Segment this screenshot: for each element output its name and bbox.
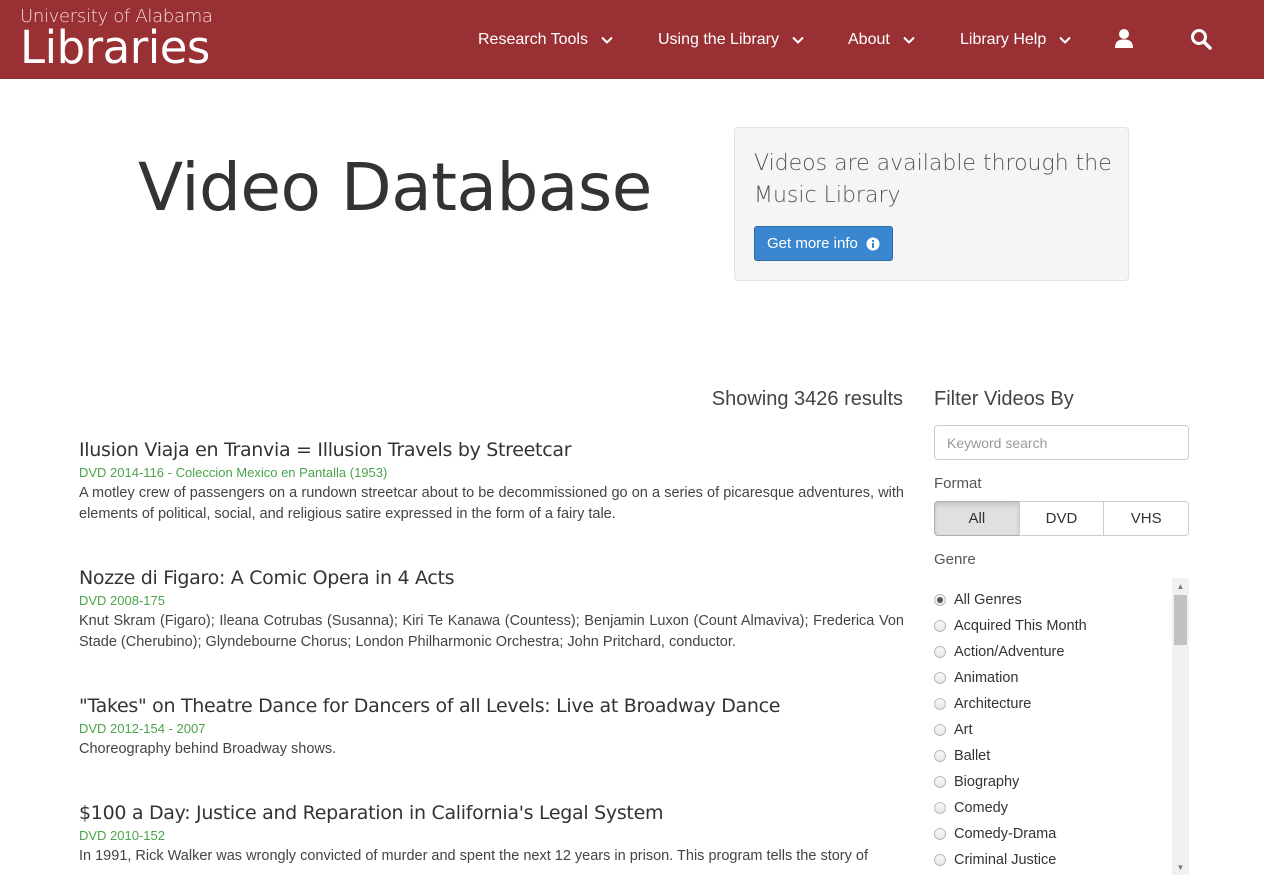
genre-label-text: Criminal Justice <box>954 852 1057 868</box>
nav-label: Research Tools <box>478 30 588 48</box>
result-call-number: DVD 2008-175 <box>79 593 165 608</box>
user-icon[interactable] <box>1112 27 1136 51</box>
result-item: Ilusion Viaja en Tranvia = Illusion Trav… <box>79 437 904 525</box>
chevron-down-icon <box>1059 36 1071 44</box>
result-description: Knut Skram (Figaro); Ileana Cotrubas (Su… <box>79 613 904 650</box>
genre-label-text: Art <box>954 722 973 738</box>
result-description: Choreography behind Broadway shows. <box>79 741 337 757</box>
radio-button[interactable] <box>934 802 946 814</box>
format-label: Format <box>934 475 982 492</box>
logo-libraries-text: Libraries <box>20 21 210 74</box>
genre-option[interactable]: Comedy-Drama <box>934 821 1189 847</box>
radio-button[interactable] <box>934 672 946 684</box>
button-label: Get more info <box>767 235 858 252</box>
genre-option[interactable]: Art <box>934 717 1189 743</box>
genre-label-text: Biography <box>954 774 1020 790</box>
chevron-down-icon <box>792 36 804 44</box>
scroll-down-arrow-icon[interactable]: ▼ <box>1172 859 1189 875</box>
radio-button-checked[interactable] <box>934 594 946 606</box>
chevron-down-icon <box>903 36 915 44</box>
chevron-down-icon <box>601 36 613 44</box>
genre-label-text: Acquired This Month <box>954 618 1087 634</box>
info-circle-icon <box>866 237 880 250</box>
genre-label-text: Action/Adventure <box>954 644 1065 660</box>
genre-label-text: Architecture <box>954 696 1032 712</box>
radio-button[interactable] <box>934 776 946 788</box>
nav-library-help[interactable]: Library Help <box>960 0 1072 79</box>
radio-button[interactable] <box>934 750 946 762</box>
get-more-info-button[interactable]: Get more info <box>754 226 893 261</box>
scrollbar-thumb[interactable] <box>1174 595 1187 645</box>
genre-option[interactable]: Animation <box>934 665 1189 691</box>
scroll-up-arrow-icon[interactable]: ▲ <box>1172 578 1189 594</box>
result-description: A motley crew of passengers on a rundown… <box>79 485 904 522</box>
nav-label: Using the Library <box>658 30 779 48</box>
search-icon[interactable] <box>1189 27 1213 51</box>
result-call-number: DVD 2010-152 <box>79 828 165 843</box>
radio-button[interactable] <box>934 620 946 632</box>
site-logo[interactable]: University of Alabama Libraries <box>20 6 213 70</box>
genre-label-text: Animation <box>954 670 1019 686</box>
radio-button[interactable] <box>934 828 946 840</box>
genre-option[interactable]: Architecture <box>934 691 1189 717</box>
genre-label-text: Comedy-Drama <box>954 826 1057 842</box>
format-toggle-group: All DVD VHS <box>934 501 1190 536</box>
music-library-notice: Videos are available through the Music L… <box>734 127 1129 281</box>
result-call-number: DVD 2012-154 - 2007 <box>79 721 206 736</box>
genre-label: Genre <box>934 551 976 568</box>
keyword-search-input[interactable] <box>934 425 1189 460</box>
radio-button[interactable] <box>934 698 946 710</box>
filter-heading: Filter Videos By <box>934 388 1074 410</box>
genre-option[interactable]: Biography <box>934 769 1189 795</box>
notice-text: Videos are available through the Music L… <box>754 151 1112 208</box>
genre-label-text: Ballet <box>954 748 991 764</box>
result-description: In 1991, Rick Walker was wrongly convict… <box>79 848 869 864</box>
page-title: Video Database <box>138 149 652 226</box>
genre-scrollbar[interactable]: ▲ ▼ <box>1172 578 1189 875</box>
result-title[interactable]: $100 a Day: Justice and Reparation in Ca… <box>79 800 904 826</box>
genre-option[interactable]: All Genres <box>934 587 1189 613</box>
format-dvd-button[interactable]: DVD <box>1018 501 1105 536</box>
result-item: $100 a Day: Justice and Reparation in Ca… <box>79 800 904 867</box>
result-item: "Takes" on Theatre Dance for Dancers of … <box>79 693 904 760</box>
radio-button[interactable] <box>934 854 946 866</box>
nav-research-tools[interactable]: Research Tools <box>478 0 614 79</box>
site-header: University of Alabama Libraries Research… <box>0 0 1264 79</box>
genre-list-box: All Genres Acquired This Month Action/Ad… <box>934 578 1189 875</box>
genre-option[interactable]: Ballet <box>934 743 1189 769</box>
genre-option[interactable]: Action/Adventure <box>934 639 1189 665</box>
genre-label-text: Comedy <box>954 800 1008 816</box>
result-title[interactable]: Nozze di Figaro: A Comic Opera in 4 Acts <box>79 565 904 591</box>
genre-option[interactable]: Acquired This Month <box>934 613 1189 639</box>
genre-option[interactable]: Comedy <box>934 795 1189 821</box>
nav-label: About <box>848 30 890 48</box>
result-title[interactable]: "Takes" on Theatre Dance for Dancers of … <box>79 693 904 719</box>
nav-using-the-library[interactable]: Using the Library <box>658 0 805 79</box>
nav-about[interactable]: About <box>848 0 916 79</box>
format-all-button[interactable]: All <box>934 501 1020 536</box>
result-title[interactable]: Ilusion Viaja en Tranvia = Illusion Trav… <box>79 437 904 463</box>
genre-label-text: All Genres <box>954 592 1022 608</box>
result-item: Nozze di Figaro: A Comic Opera in 4 Acts… <box>79 565 904 653</box>
genre-option[interactable]: Criminal Justice <box>934 847 1189 873</box>
nav-label: Library Help <box>960 30 1047 48</box>
radio-button[interactable] <box>934 724 946 736</box>
result-call-number: DVD 2014-116 - Coleccion Mexico en Panta… <box>79 465 388 480</box>
results-count: Showing 3426 results <box>711 388 903 410</box>
format-vhs-button[interactable]: VHS <box>1103 501 1190 536</box>
radio-button[interactable] <box>934 646 946 658</box>
